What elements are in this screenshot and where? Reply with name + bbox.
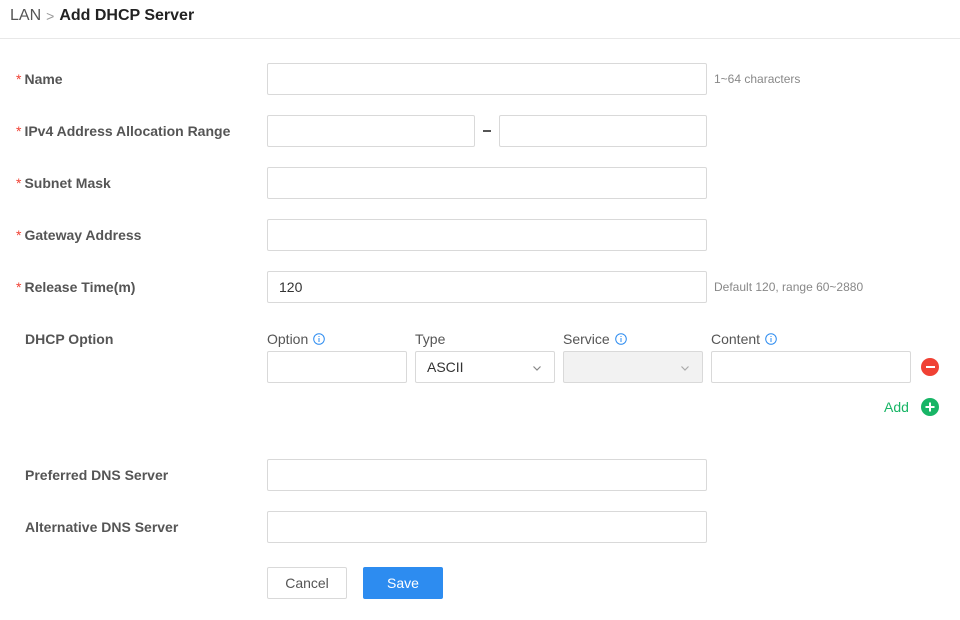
info-circle-icon[interactable] [614,333,627,345]
name-hint: 1~64 characters [714,72,801,86]
ipv4-range-label-text: IPv4 Address Allocation Range [24,123,231,139]
content-column-label: Content [711,331,761,347]
ipv4-range-end-input[interactable] [499,115,707,147]
required-marker: * [16,279,22,295]
type-column-label: Type [415,331,446,347]
info-circle-icon[interactable] [313,333,326,345]
type-select-value: ASCII [427,359,464,375]
add-option-button[interactable] [921,398,939,416]
name-label-text: Name [24,71,63,87]
release-time-hint: Default 120, range 60~2880 [714,280,864,294]
preferred-dns-input[interactable] [267,459,707,491]
type-column-header: Type [415,330,445,348]
name-label: * Name [16,70,63,88]
subnet-mask-label-text: Subnet Mask [24,175,111,191]
plus-circle-icon [925,402,935,412]
save-button[interactable]: Save [363,567,443,599]
chevron-down-icon [681,366,689,371]
content-input[interactable] [711,351,911,383]
breadcrumb-lan-link[interactable]: LAN [10,7,41,25]
gateway-label-text: Gateway Address [24,227,142,243]
minus-circle-icon [925,366,935,368]
preferred-dns-label: Preferred DNS Server [25,467,169,483]
option-column-header: Option [267,330,326,348]
ipv4-range-start-input[interactable] [267,115,475,147]
required-marker: * [16,123,22,139]
remove-option-button[interactable] [921,358,939,376]
info-circle-icon[interactable] [765,333,777,345]
breadcrumb-separator: > [46,8,55,24]
option-input[interactable] [267,351,407,383]
alternative-dns-input[interactable] [267,511,707,543]
subnet-mask-label: * Subnet Mask [16,174,111,192]
range-dash [483,130,491,132]
service-select [563,351,703,383]
subnet-mask-input[interactable] [267,167,707,199]
release-time-label: * Release Time(m) [16,278,135,296]
option-column-label: Option [267,331,309,347]
service-column-label: Service [563,331,610,347]
page-title: Add DHCP Server [59,7,195,24]
name-input[interactable] [267,63,707,95]
breadcrumb: LAN > Add DHCP Server [10,6,194,26]
content-column-header: Content [711,330,777,348]
dhcp-option-label: DHCP Option [25,331,114,347]
type-select[interactable]: ASCII [415,351,555,383]
add-option-link[interactable]: Add [884,398,909,416]
gateway-label: * Gateway Address [16,226,141,244]
gateway-input[interactable] [267,219,707,251]
required-marker: * [16,175,22,191]
service-column-header: Service [563,330,627,348]
release-time-label-text: Release Time(m) [24,279,136,295]
alternative-dns-label: Alternative DNS Server [25,519,179,535]
required-marker: * [16,71,22,87]
ipv4-range-label: * IPv4 Address Allocation Range [16,122,230,140]
header-divider [0,38,960,39]
release-time-input[interactable] [267,271,707,303]
chevron-down-icon [533,366,541,371]
cancel-button[interactable]: Cancel [267,567,347,599]
required-marker: * [16,227,22,243]
